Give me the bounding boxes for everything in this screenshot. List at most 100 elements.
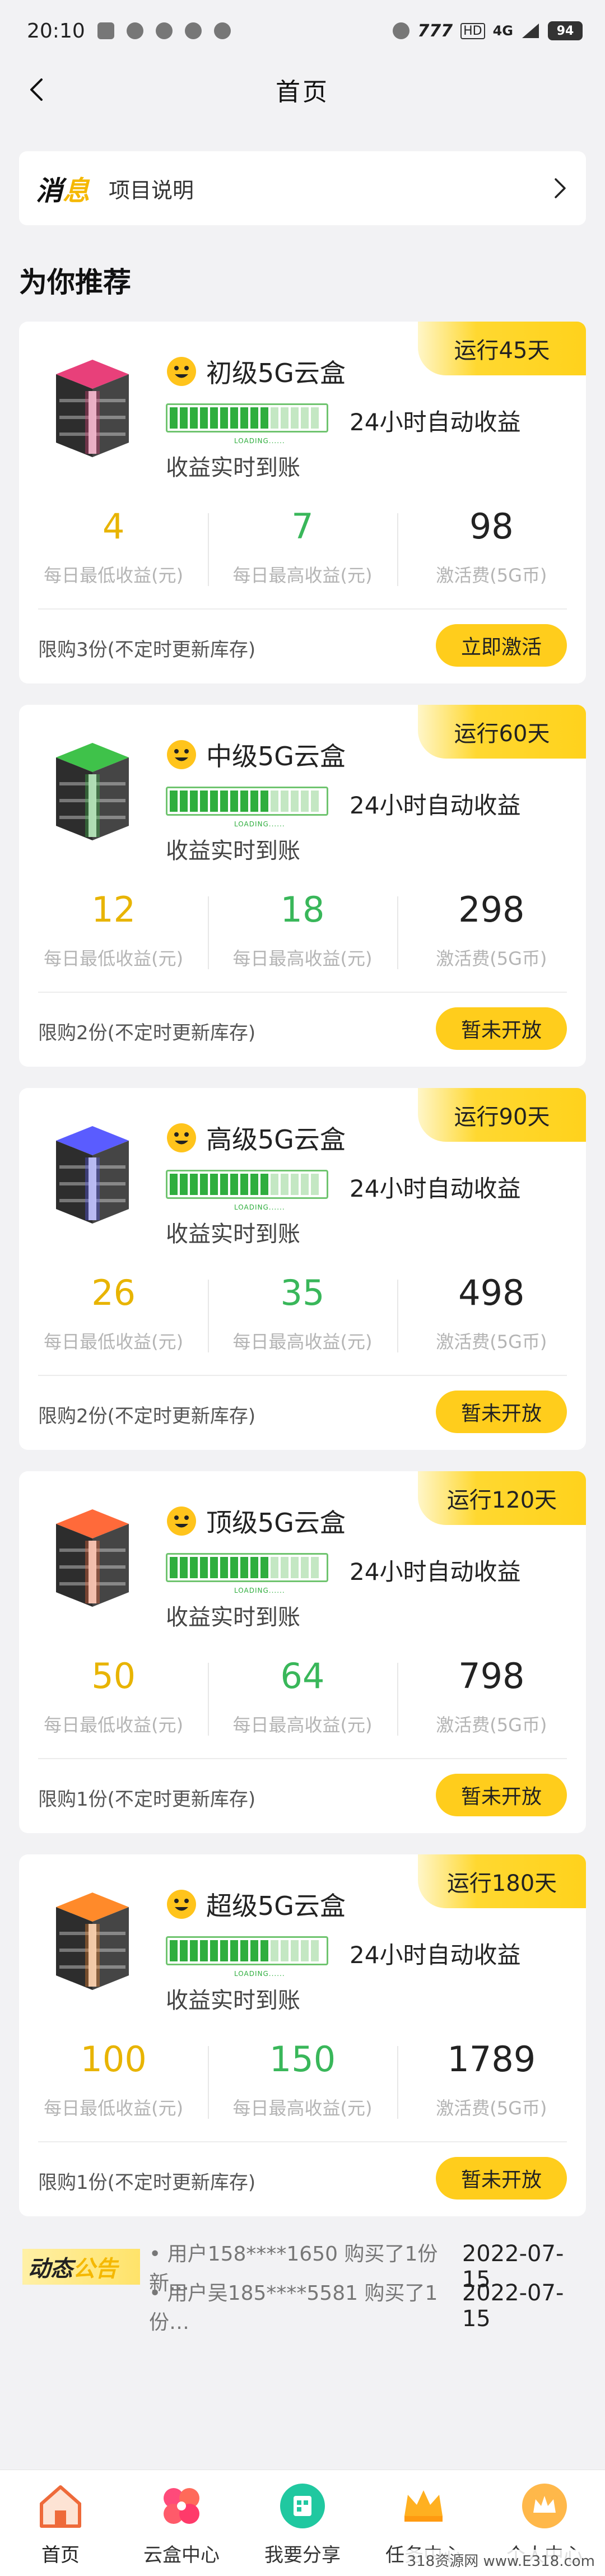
min-income-value: 100 — [80, 2039, 147, 2080]
auto-income-text: 24小时自动收益 — [350, 792, 521, 819]
auto-income-text: 24小时自动收益 — [350, 1558, 521, 1585]
notice-logo: 消息 — [36, 169, 90, 208]
status-left: 20:10 — [27, 20, 231, 43]
nav-home[interactable]: 首页 — [0, 2470, 121, 2576]
activation-fee-label: 激活费(5G币) — [436, 1331, 547, 1352]
chevron-right-icon — [555, 178, 566, 198]
profile-crown-icon — [522, 2484, 567, 2528]
product-name: 超级5G云盒 — [206, 1891, 346, 1921]
activate-button[interactable]: 暂未开放 — [436, 1391, 567, 1433]
stat-min: 100 每日最低收益(元) — [19, 2039, 208, 2120]
announcement-text: • 用户吴185****5581 购买了1份… — [149, 2282, 438, 2334]
realtime-text: 收益实时到账 — [166, 1605, 300, 1630]
purchase-limit-text: 限购3份(不定时更新库存) — [38, 639, 256, 661]
stat-max: 18 每日最高收益(元) — [208, 890, 397, 970]
nav-label: 首页 — [41, 2544, 80, 2566]
product-name: 初级5G云盒 — [206, 358, 346, 388]
bottom-nav: 首页 云盒中心 我要分享 任务中心 个人中心 — [0, 2470, 605, 2576]
stat-fee: 1789 激活费(5G币) — [397, 2039, 586, 2120]
qq-icon — [155, 22, 173, 39]
min-income-label: 每日最低收益(元) — [44, 1714, 184, 1736]
server-box-icon — [56, 743, 129, 840]
loading-label: LOADING...... — [234, 1970, 285, 1978]
max-income-value: 64 — [280, 1656, 325, 1696]
nav-cloudbox-center[interactable]: 云盒中心 — [121, 2470, 242, 2576]
wifi-signal-icon — [522, 24, 539, 38]
announcement-item[interactable]: • 用户吴185****5581 购买了1份… 2022-07-15 — [149, 2280, 586, 2334]
announcement-date: 2022-07-15 — [462, 2280, 564, 2332]
status-bar: 20:10 777 HD 4G 94 — [0, 0, 605, 62]
stat-max: 64 每日最高收益(元) — [208, 1656, 397, 1737]
crown-icon — [404, 2490, 443, 2522]
product-name: 高级5G云盒 — [206, 1124, 346, 1155]
smile-icon — [167, 1506, 196, 1536]
stat-fee: 98 激活费(5G币) — [397, 506, 586, 587]
realtime-text: 收益实时到账 — [166, 838, 300, 864]
stat-max: 35 每日最高收益(元) — [208, 1273, 397, 1354]
alarm-icon — [393, 22, 410, 39]
back-arrow-icon[interactable] — [25, 77, 49, 102]
activation-fee-value: 798 — [458, 1656, 525, 1696]
auto-income-text: 24小时自动收益 — [350, 1175, 521, 1202]
notice-logo-accent: 息 — [63, 175, 90, 207]
stats-row: 12 每日最低收益(元) 18 每日最高收益(元) 298 激活费(5G币) — [19, 890, 586, 970]
product-card: 运行45天 初级5G云盒 LOADING...... 24小时自动收益 收益实时… — [19, 322, 586, 683]
product-name-row: 顶级5G云盒 — [166, 1503, 346, 1540]
notice-logo-main: 消 — [36, 175, 63, 207]
nav-share[interactable]: 我要分享 — [242, 2470, 363, 2576]
server-box-icon — [56, 1126, 129, 1224]
min-income-value: 4 — [102, 506, 125, 547]
activation-fee-value: 1789 — [447, 2039, 536, 2080]
min-income-label: 每日最低收益(元) — [44, 948, 184, 969]
run-days-badge: 运行90天 — [418, 1088, 586, 1142]
activate-button[interactable]: 立即激活 — [436, 624, 567, 667]
stats-row: 100 每日最低收益(元) 150 每日最高收益(元) 1789 激活费(5G币… — [19, 2039, 586, 2120]
wechat-icon — [126, 22, 143, 39]
stat-fee: 298 激活费(5G币) — [397, 890, 586, 970]
stat-max: 7 每日最高收益(元) — [208, 506, 397, 587]
loading-progress-bar — [166, 1170, 328, 1199]
product-card: 运行90天 高级5G云盒 LOADING...... 24小时自动收益 收益实时… — [19, 1088, 586, 1450]
run-days-badge: 运行60天 — [418, 705, 586, 759]
card-divider — [38, 992, 567, 993]
stat-min: 50 每日最低收益(元) — [19, 1656, 208, 1737]
battery-indicator: 94 — [548, 21, 583, 40]
stat-fee: 498 激活费(5G币) — [397, 1273, 586, 1354]
card-divider — [38, 1758, 567, 1759]
min-income-label: 每日最低收益(元) — [44, 2098, 184, 2119]
announcement-tag-accent: 公告 — [73, 2256, 118, 2282]
purchase-limit-text: 限购1份(不定时更新库存) — [38, 2172, 256, 2194]
browser-icon — [184, 22, 202, 39]
card-divider — [38, 2141, 567, 2142]
loading-progress-bar — [166, 1936, 328, 1965]
purchase-limit-text: 限购1份(不定时更新库存) — [38, 1788, 256, 1811]
app-header: 首页 — [0, 62, 605, 118]
card-divider — [38, 1375, 567, 1376]
gallery-icon — [97, 22, 114, 39]
home-icon — [40, 2485, 81, 2528]
notice-bar[interactable]: 消息 项目说明 — [19, 151, 586, 225]
activation-fee-value: 98 — [469, 506, 514, 547]
qr-share-icon — [280, 2484, 325, 2528]
realtime-text: 收益实时到账 — [166, 455, 300, 481]
min-income-value: 26 — [91, 1272, 136, 1313]
check-circle-icon — [213, 22, 231, 39]
max-income-value: 35 — [280, 1272, 325, 1313]
purchase-limit-text: 限购2份(不定时更新库存) — [38, 1405, 256, 1428]
activate-button[interactable]: 暂未开放 — [436, 1774, 567, 1816]
activation-fee-label: 激活费(5G币) — [436, 948, 547, 969]
server-box-icon — [56, 360, 129, 457]
product-name-row: 高级5G云盒 — [166, 1119, 346, 1156]
purchase-limit-text: 限购2份(不定时更新库存) — [38, 1022, 256, 1044]
smile-icon — [167, 1890, 196, 1919]
product-name: 顶级5G云盒 — [206, 1508, 346, 1538]
product-name-row: 中级5G云盒 — [166, 736, 346, 773]
nav-label: 我要分享 — [264, 2544, 341, 2566]
activate-button[interactable]: 暂未开放 — [436, 1007, 567, 1050]
announcement-section: 动态 公告 • 用户158****1650 购买了1份新… 2022-07-15 … — [19, 2241, 586, 2334]
loading-label: LOADING...... — [234, 1587, 285, 1594]
max-income-label: 每日最高收益(元) — [232, 1714, 373, 1736]
activate-button[interactable]: 暂未开放 — [436, 2157, 567, 2200]
auto-income-text: 24小时自动收益 — [350, 408, 521, 436]
max-income-label: 每日最高收益(元) — [232, 565, 373, 586]
